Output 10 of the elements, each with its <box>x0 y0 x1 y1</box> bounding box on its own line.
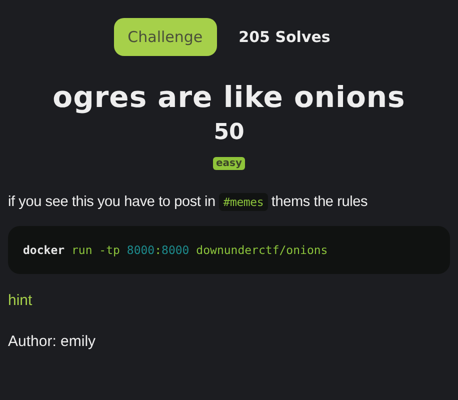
inline-code: #memes <box>219 193 268 211</box>
difficulty-tag: easy <box>212 157 245 170</box>
hint-link[interactable]: hint <box>8 292 32 309</box>
points-value: 50 <box>212 120 246 145</box>
challenge-title: ogres are like onions <box>52 80 406 114</box>
code-block: docker run -tp 8000:8000 downunderctf/onions <box>8 226 450 274</box>
description-text: if you see this you have to post in #memes thems the rules <box>8 194 369 210</box>
challenge-tab[interactable]: Challenge <box>114 18 217 56</box>
challenge-tab[interactable]: 205 Solves <box>224 18 344 56</box>
author-text: Author: emily <box>8 333 97 350</box>
